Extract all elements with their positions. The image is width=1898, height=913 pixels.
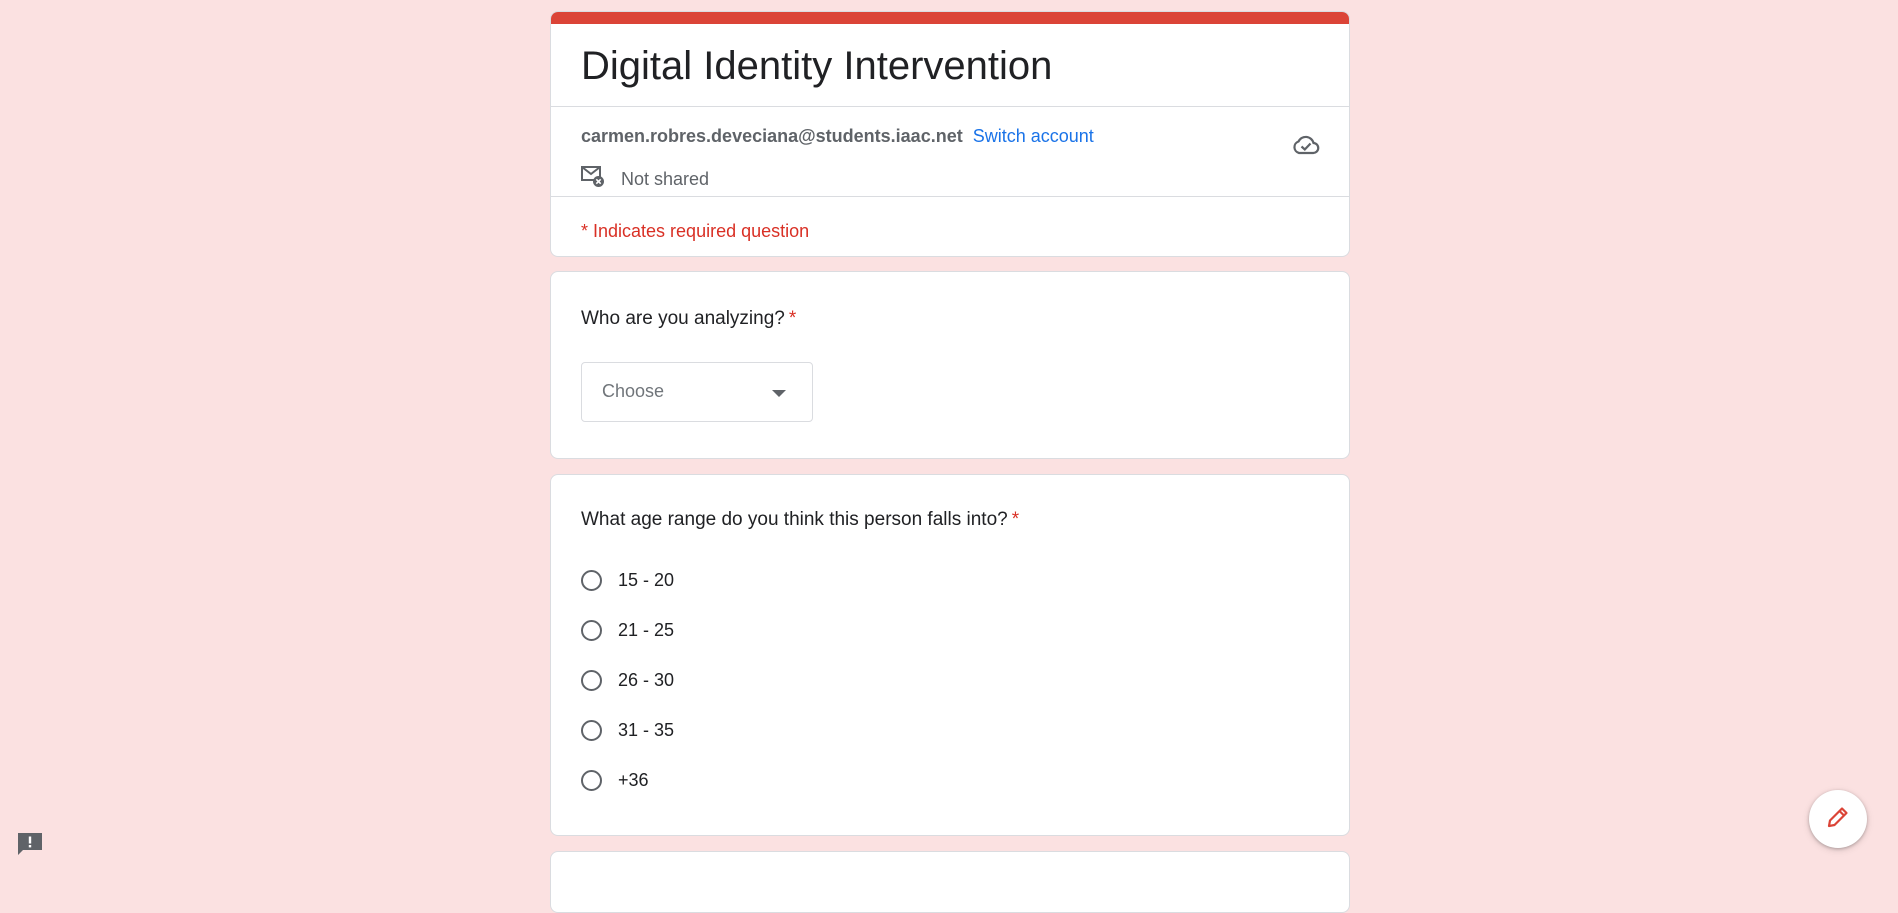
radio-label: 26 - 30 — [618, 669, 675, 690]
radio-button[interactable] — [581, 619, 602, 641]
radio-option[interactable]: +36 — [581, 765, 649, 795]
radio-button[interactable] — [581, 769, 602, 791]
question-card-age: What age range do you think this person … — [550, 474, 1350, 836]
subject-dropdown[interactable]: Choose — [581, 362, 813, 422]
radio-label: 15 - 20 — [618, 569, 675, 590]
question-card-next — [550, 851, 1350, 913]
share-status-text: Not shared — [621, 168, 710, 189]
radio-option[interactable]: 21 - 25 — [581, 615, 674, 645]
question-title-text: Who are you analyzing? — [581, 308, 785, 329]
radio-label: 31 - 35 — [618, 719, 675, 740]
required-star: * — [1011, 509, 1020, 530]
chevron-down-icon — [772, 390, 786, 397]
pencil-icon — [1825, 804, 1851, 835]
mail-not-shared-icon — [581, 165, 605, 193]
radio-option[interactable]: 26 - 30 — [581, 665, 674, 695]
edit-button[interactable] — [1809, 790, 1867, 848]
header-divider — [551, 106, 1349, 107]
radio-option[interactable]: 15 - 20 — [581, 565, 674, 595]
radio-label: +36 — [618, 769, 649, 790]
feedback-icon[interactable] — [16, 831, 44, 857]
form-title: Digital Identity Intervention — [581, 44, 1053, 88]
required-star: * — [788, 308, 797, 329]
question-title-text: What age range do you think this person … — [581, 509, 1008, 530]
required-divider — [551, 196, 1349, 197]
radio-label: 21 - 25 — [618, 619, 675, 640]
required-note: * Indicates required question — [581, 221, 810, 241]
switch-account-link[interactable]: Switch account — [973, 126, 1094, 146]
account-row: carmen.robres.deveciana@students.iaac.ne… — [581, 124, 1094, 148]
question-title: What age range do you think this person … — [581, 507, 1019, 533]
cloud-check-icon[interactable] — [1291, 130, 1321, 160]
form-header-card: Digital Identity Intervention carmen.rob… — [550, 11, 1350, 257]
radio-option[interactable]: 31 - 35 — [581, 715, 674, 745]
question-card-subject: Who are you analyzing? * Choose — [550, 271, 1350, 459]
question-title: Who are you analyzing? * — [581, 306, 796, 332]
theme-accent-bar — [551, 12, 1349, 24]
account-email: carmen.robres.deveciana@students.iaac.ne… — [581, 126, 963, 146]
radio-button[interactable] — [581, 569, 602, 591]
dropdown-placeholder: Choose — [602, 381, 665, 401]
radio-button[interactable] — [581, 669, 602, 691]
share-status-row: Not shared — [581, 165, 710, 193]
radio-button[interactable] — [581, 719, 602, 741]
